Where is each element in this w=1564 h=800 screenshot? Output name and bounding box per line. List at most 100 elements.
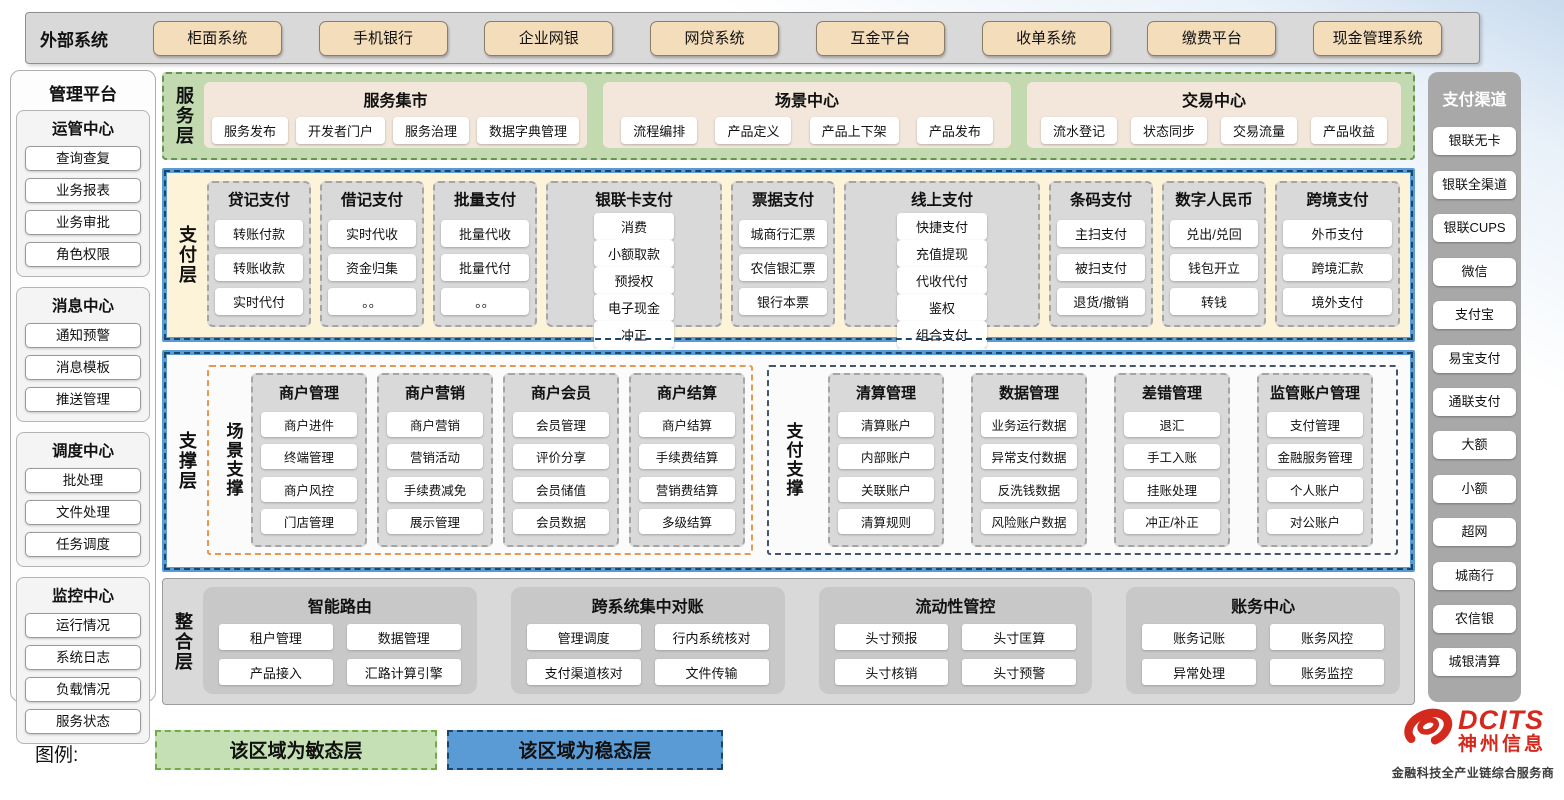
column-title: 清算管理 <box>838 382 934 403</box>
capability-node: 预授权 <box>594 267 674 294</box>
capability-node: 汇路计算引擎 <box>347 659 461 685</box>
capability-node: 异常支付数据 <box>981 444 1077 469</box>
capability-node: 反洗钱数据 <box>981 477 1077 502</box>
capability-node: 负载情况 <box>25 677 141 702</box>
column-items: 外币支付跨境汇款境外支付 <box>1283 213 1392 322</box>
column-title: 数字人民币 <box>1170 188 1258 210</box>
architecture-diagram: 外部系统 柜面系统手机银行企业网银网贷系统互金平台收单系统缴费平台现金管理系统 … <box>0 0 1564 800</box>
capability-node: 手续费结算 <box>639 444 735 469</box>
channel-node: 城银清算 <box>1433 648 1516 676</box>
capability-node: 关联账户 <box>838 477 934 502</box>
channel-node: 小额 <box>1433 475 1516 503</box>
support-layer-content: 场景支撑 商户管理 商户进件终端管理商户风控门店管理 商户营销 商户营销营销活动… <box>207 355 1410 567</box>
debit-payment-column: 借记支付 实时代收资金归集。。 <box>320 181 424 327</box>
group-items: 查询查复业务报表业务审批角色权限 <box>21 146 145 267</box>
channel-node: 银联CUPS <box>1433 214 1516 242</box>
capability-node: 通知预警 <box>25 323 141 348</box>
capability-node: 运行情况 <box>25 613 141 638</box>
service-layer: 服务层 服务集市 服务发布开发者门户服务治理数据字典管理 场景中心 流程编排产品… <box>162 72 1415 160</box>
column-items: 主扫支付被扫支付退货/撤销 <box>1057 213 1145 322</box>
capability-node: 服务发布 <box>212 117 288 144</box>
capability-node: 数据字典管理 <box>477 117 579 144</box>
merchant-settlement-column: 商户结算 商户结算手续费结算营销费结算多级结算 <box>629 373 745 547</box>
capability-node: 文件处理 <box>25 500 141 525</box>
capability-node: 小额取款 <box>594 240 674 267</box>
capability-node: 开发者门户 <box>296 117 385 144</box>
capability-node: 展示管理 <box>387 509 483 534</box>
capability-node: 产品上下架 <box>810 117 899 144</box>
capability-node: 产品收益 <box>1311 117 1387 144</box>
external-system-node: 企业网银 <box>484 21 613 56</box>
integration-boxes: 智能路由 租户管理数据管理产品接入汇路计算引擎 跨系统集中对账 管理调度行内系统… <box>203 579 1414 704</box>
box-items: 流水登记状态同步交易流量产品收益 <box>1035 117 1393 144</box>
capability-node: 商户结算 <box>639 412 735 437</box>
column-items: 退汇手工入账挂账处理冲正/补正 <box>1124 405 1220 541</box>
capability-node: 对公账户 <box>1267 509 1363 534</box>
channel-node: 通联支付 <box>1433 388 1516 416</box>
logo-company: 神州信息 <box>1458 735 1546 755</box>
cross-border-column: 跨境支付 外币支付跨境汇款境外支付 <box>1275 181 1400 327</box>
box-title: 服务集市 <box>212 87 579 111</box>
column-items: 实时代收资金归集。。 <box>328 213 416 322</box>
capability-node: 实时代收 <box>328 220 416 247</box>
column-title: 监管账户管理 <box>1267 382 1363 403</box>
capability-node: 会员管理 <box>513 412 609 437</box>
capability-node: 产品接入 <box>219 659 333 685</box>
dispatch-center-group: 调度中心 批处理文件处理任务调度 <box>16 432 150 567</box>
external-system-node: 互金平台 <box>816 21 945 56</box>
column-items: 商户进件终端管理商户风控门店管理 <box>261 405 357 541</box>
service-layer-boxes: 服务集市 服务发布开发者门户服务治理数据字典管理 场景中心 流程编排产品定义产品… <box>204 74 1413 158</box>
column-items: 清算账户内部账户关联账户清算规则 <box>838 405 934 541</box>
column-title: 票据支付 <box>739 188 827 210</box>
scene-support-block: 场景支撑 商户管理 商户进件终端管理商户风控门店管理 商户营销 商户营销营销活动… <box>207 365 753 555</box>
box-title: 智能路由 <box>215 593 465 617</box>
capability-node: 商户营销 <box>387 412 483 437</box>
capability-node: 主扫支付 <box>1057 220 1145 247</box>
logo-tagline: 金融科技全产业链综合服务商 <box>1392 764 1555 781</box>
box-items: 头寸预报头寸匡算头寸核销头寸预警 <box>831 624 1081 685</box>
scene-support-columns: 商户管理 商户进件终端管理商户风控门店管理 商户营销 商户营销营销活动手续费减免… <box>251 373 745 547</box>
external-system-node: 收单系统 <box>982 21 1111 56</box>
capability-node: 会员储值 <box>513 477 609 502</box>
payment-channels-title: 支付渠道 <box>1433 76 1516 112</box>
capability-node: 批量代收 <box>441 220 529 247</box>
column-items: 批量代收批量代付。。 <box>441 213 529 322</box>
column-items: 商户营销营销活动手续费减免展示管理 <box>387 405 483 541</box>
monitor-center-group: 监控中心 运行情况系统日志负载情况服务状态 <box>16 577 150 744</box>
capability-node: 代收代付 <box>897 267 987 294</box>
capability-node: 产品发布 <box>917 117 993 144</box>
column-title: 商户管理 <box>261 382 357 403</box>
capability-node: 头寸匡算 <box>962 624 1076 650</box>
support-layer-label: 支撑层 <box>167 355 207 567</box>
box-title: 交易中心 <box>1035 87 1393 111</box>
external-system-node: 手机银行 <box>319 21 448 56</box>
capability-node: 外币支付 <box>1283 220 1392 247</box>
payment-layer-label: 支付层 <box>167 173 207 337</box>
accounting-center-box: 账务中心 账务记账账务风控异常处理账务监控 <box>1126 587 1400 694</box>
capability-node: 头寸核销 <box>835 659 949 685</box>
capability-node: 状态同步 <box>1131 117 1207 144</box>
barcode-payment-column: 条码支付 主扫支付被扫支付退货/撤销 <box>1049 181 1153 327</box>
channel-node: 支付宝 <box>1433 301 1516 329</box>
capability-node: 数据管理 <box>347 624 461 650</box>
capability-node: 钱包开立 <box>1170 254 1258 281</box>
payment-columns: 贷记支付 转账付款转账收款实时代付 借记支付 实时代收资金归集。。 批量支付 批… <box>207 173 1410 337</box>
column-items: 商户结算手续费结算营销费结算多级结算 <box>639 405 735 541</box>
dcits-swirl-icon <box>1400 700 1456 761</box>
scene-support-label: 场景支撑 <box>215 373 251 547</box>
legend-stable-layer: 该区域为稳态层 <box>447 730 723 770</box>
channel-node: 城商行 <box>1433 562 1516 590</box>
data-mgmt-column: 数据管理 业务运行数据异常支付数据反洗钱数据风险账户数据 <box>971 373 1087 547</box>
capability-node: 产品定义 <box>715 117 791 144</box>
payment-support-columns: 清算管理 清算账户内部账户关联账户清算规则 数据管理 业务运行数据异常支付数据反… <box>811 373 1390 547</box>
box-items: 租户管理数据管理产品接入汇路计算引擎 <box>215 624 465 685</box>
box-title: 跨系统集中对账 <box>523 593 773 617</box>
merchant-marketing-column: 商户营销 商户营销营销活动手续费减免展示管理 <box>377 373 493 547</box>
external-system-node: 缴费平台 <box>1147 21 1276 56</box>
group-title: 运管中心 <box>21 117 145 139</box>
capability-node: 金融服务管理 <box>1267 444 1363 469</box>
capability-node: 手工入账 <box>1124 444 1220 469</box>
capability-node: 挂账处理 <box>1124 477 1220 502</box>
column-title: 贷记支付 <box>215 188 303 210</box>
channel-node: 超网 <box>1433 518 1516 546</box>
